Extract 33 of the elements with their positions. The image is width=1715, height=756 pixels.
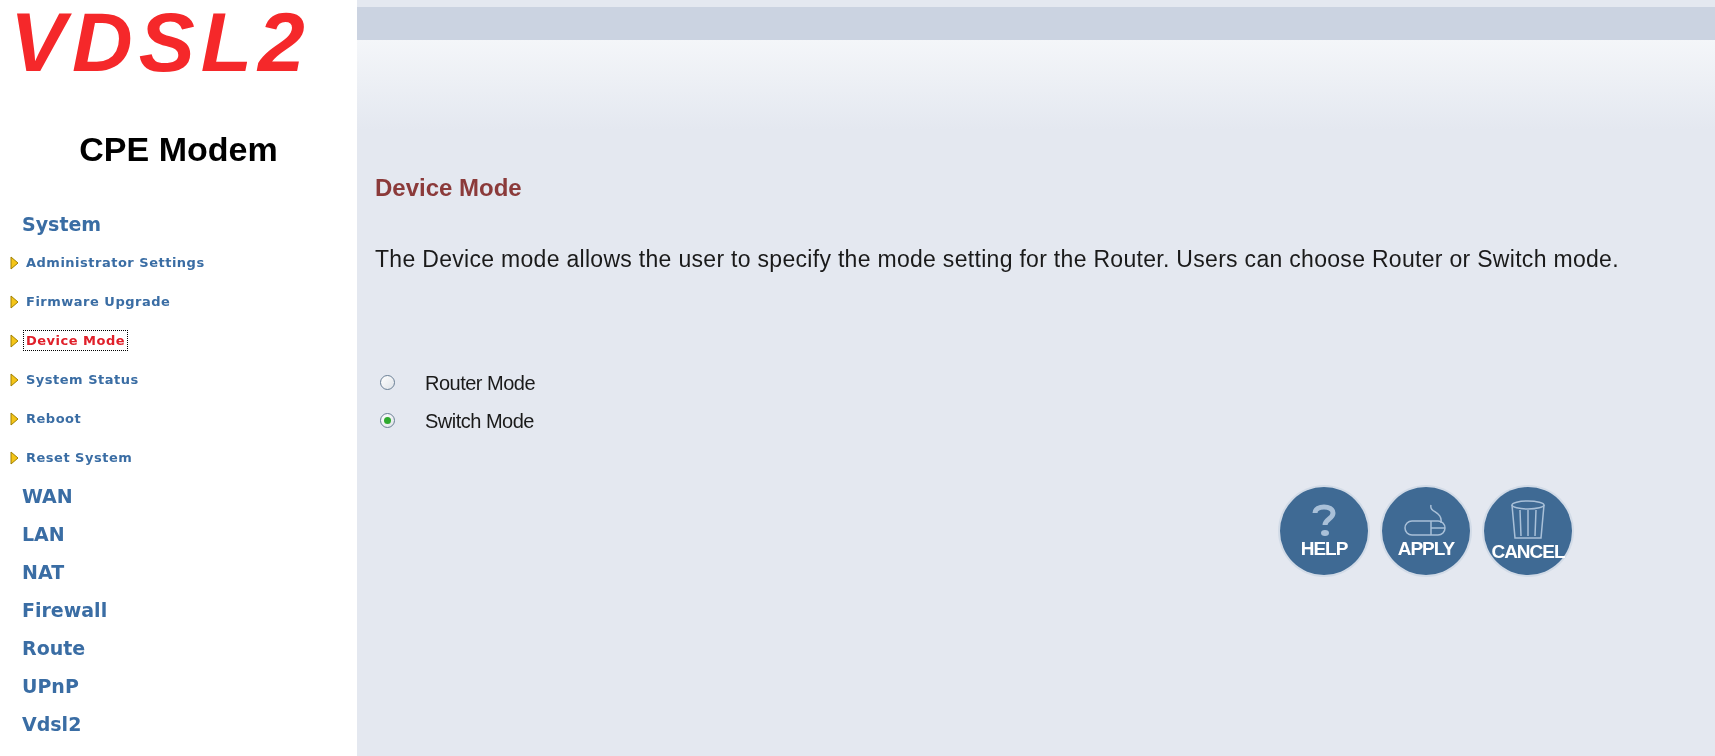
help-button[interactable]: HELP bbox=[1280, 486, 1368, 575]
question-mark-icon bbox=[1311, 502, 1337, 537]
triangle-icon bbox=[10, 294, 19, 309]
option-label: Router Mode bbox=[425, 370, 536, 396]
apply-button[interactable]: APPLY bbox=[1382, 486, 1470, 575]
menu-section[interactable]: System bbox=[22, 209, 102, 239]
radio-button[interactable] bbox=[380, 375, 395, 390]
option-label: Switch Mode bbox=[425, 408, 534, 434]
description: The Device mode allows the user to specify the mode setting for the Router. Users can choose Router or Switch mode. bbox=[375, 245, 1620, 274]
triangle-icon bbox=[10, 411, 19, 426]
menu-item[interactable]: Reset System bbox=[23, 446, 136, 469]
menu-section[interactable]: LAN bbox=[22, 519, 65, 549]
product-title: CPE Modem bbox=[78, 129, 279, 170]
trash-can-icon bbox=[1508, 499, 1548, 540]
menu-section[interactable]: Firewall bbox=[22, 595, 108, 625]
menu-section[interactable]: Vdsl2 bbox=[22, 709, 82, 739]
triangle-icon bbox=[10, 372, 19, 387]
menu-item[interactable]: System Status bbox=[23, 368, 142, 391]
menu-section[interactable]: UPnP bbox=[22, 671, 79, 701]
cancel-button[interactable]: CANCEL bbox=[1484, 486, 1572, 575]
menu-section[interactable]: WAN bbox=[22, 481, 73, 511]
page-title: Device Mode bbox=[375, 173, 523, 203]
menu-item[interactable]: Firmware Upgrade bbox=[23, 290, 174, 313]
triangle-icon bbox=[10, 333, 19, 348]
triangle-icon bbox=[10, 450, 19, 465]
triangle-icon bbox=[10, 255, 19, 270]
menu-item[interactable]: Reboot bbox=[23, 407, 85, 430]
menu-section[interactable]: Route bbox=[22, 633, 86, 663]
logo: VDSL2 bbox=[9, 0, 312, 78]
menu-item[interactable]: Device Mode bbox=[23, 329, 129, 352]
menu-section[interactable]: NAT bbox=[22, 557, 65, 587]
radio-button[interactable] bbox=[380, 413, 395, 428]
menu-item[interactable]: Administrator Settings bbox=[23, 251, 208, 274]
